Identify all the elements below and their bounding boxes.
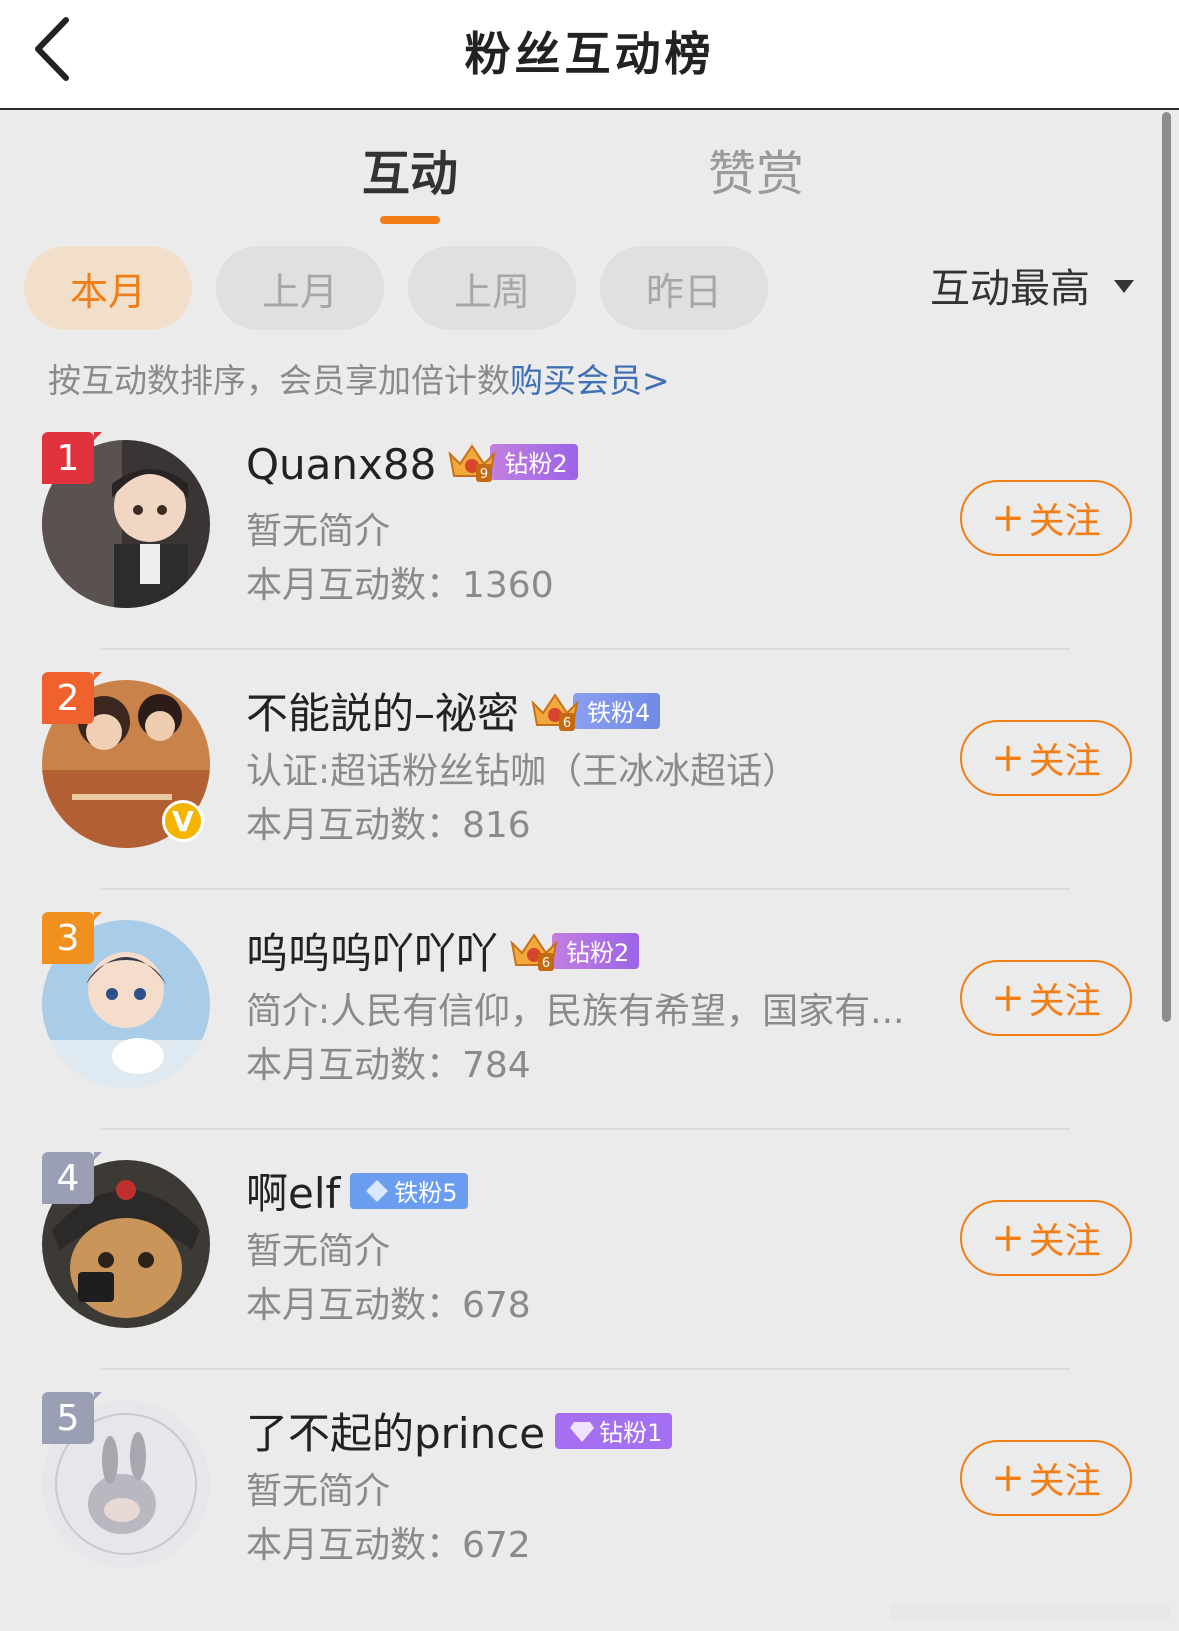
fan-name[interactable]: 呜呜呜吖吖吖 6 钻粉2 [246, 920, 640, 981]
fan-level-badge[interactable]: 6 钻粉2 [508, 931, 640, 971]
list-item[interactable]: 1 Quanx88 9 钻粉2 暂无简介 本月互动数：1360 + 关注 [0, 410, 1160, 650]
badge-label: 钻粉2 [490, 443, 578, 480]
rank-badge: 5 [42, 1392, 102, 1444]
badge-label: 钻粉2 [552, 932, 640, 969]
top-nav-bar: 粉丝互动榜 [0, 0, 1179, 110]
fan-bio: 认证:超话粉丝钻咖（王冰冰超话） [246, 751, 799, 792]
diamond-icon [570, 1421, 595, 1442]
list-item[interactable]: 4 啊elf 铁粉5 暂无简介 本月互动数：678 + 关注 [0, 1130, 1160, 1370]
follow-button[interactable]: + 关注 [960, 960, 1132, 1036]
badge-label: 铁粉4 [573, 692, 661, 729]
crown-icon: 9 [448, 443, 496, 482]
plus-icon: + [991, 1215, 1025, 1261]
crown-icon: 6 [531, 692, 579, 731]
plus-icon: + [991, 1455, 1025, 1501]
fan-level-badge[interactable]: 9 钻粉2 [446, 442, 578, 482]
follow-button[interactable]: + 关注 [960, 1200, 1132, 1276]
fan-bio: 简介:人民有信仰，民族有希望，国家有... [246, 991, 905, 1032]
buy-membership-link[interactable]: 购买会员> [510, 361, 670, 400]
fan-name[interactable]: 不能説的–祕密 6 铁粉4 [246, 680, 661, 741]
hint-text: 按互动数排序，会员享加倍计数 [48, 361, 510, 400]
active-tab-indicator [380, 216, 440, 224]
fan-name[interactable]: Quanx88 9 钻粉2 [246, 440, 578, 489]
plus-icon: + [991, 495, 1025, 541]
list-item[interactable]: 3 呜呜呜吖吖吖 6 钻粉2 简介:人民有信仰，民族有希望，国家有... 本月互动数… [0, 890, 1160, 1130]
follow-label: 关注 [1028, 1221, 1101, 1262]
follow-button[interactable]: + 关注 [960, 1440, 1132, 1516]
fan-name-text: 呜呜呜吖吖吖 [246, 929, 499, 978]
follow-label: 关注 [1028, 741, 1101, 782]
badge-label: 钻粉1 [555, 1412, 673, 1449]
plus-icon: + [991, 975, 1025, 1021]
badge-text: 铁粉5 [394, 1179, 458, 1207]
fan-bio: 暂无简介 [246, 511, 391, 552]
period-last-week[interactable]: 上周 [408, 246, 576, 330]
interaction-count: 本月互动数：678 [246, 1285, 531, 1326]
fan-level-badge[interactable]: 6 铁粉4 [529, 691, 661, 731]
plus-icon: + [991, 735, 1025, 781]
fan-name-text: 啊elf [246, 1169, 341, 1218]
interaction-count: 本月互动数：816 [246, 805, 531, 846]
follow-label: 关注 [1028, 501, 1101, 542]
follow-label: 关注 [1028, 981, 1101, 1022]
fan-name-text: 了不起的prince [246, 1409, 546, 1458]
svg-text:6: 6 [563, 716, 571, 731]
fan-name-text: 不能説的–祕密 [246, 689, 520, 738]
period-this-month[interactable]: 本月 [24, 246, 192, 330]
sort-dropdown[interactable]: 互动最高 [930, 256, 1090, 314]
fan-bio: 暂无简介 [246, 1471, 391, 1512]
tab-interaction[interactable]: 互动 [310, 134, 510, 204]
follow-button[interactable]: + 关注 [960, 720, 1132, 796]
svg-text:6: 6 [542, 956, 550, 971]
list-item[interactable]: 5 了不起的prince 钻粉1 暂无简介 本月互动数：672 + 关注 [0, 1370, 1160, 1610]
interaction-count: 本月互动数：672 [246, 1525, 531, 1566]
scrollbar[interactable] [1162, 112, 1171, 1022]
badge-label: 铁粉5 [350, 1172, 468, 1209]
rank-badge: 3 [42, 912, 102, 964]
dropdown-triangle-icon[interactable] [1114, 280, 1134, 293]
rank-badge: 1 [42, 432, 102, 484]
fan-bio: 暂无简介 [246, 1231, 391, 1272]
diamond-icon [366, 1179, 389, 1202]
tab-reward[interactable]: 赞赏 [656, 134, 856, 204]
watermark-icon [890, 1602, 1170, 1622]
page-title: 粉丝互动榜 [464, 27, 715, 81]
period-yesterday[interactable]: 昨日 [600, 246, 768, 330]
fan-level-badge[interactable]: 铁粉5 [350, 1171, 468, 1211]
follow-label: 关注 [1028, 1461, 1101, 1502]
rank-badge: 2 [42, 672, 102, 724]
verified-badge-icon: V [162, 800, 204, 842]
interaction-count: 本月互动数：1360 [246, 565, 554, 606]
fan-name[interactable]: 了不起的prince 钻粉1 [246, 1400, 673, 1461]
svg-text:9: 9 [480, 467, 488, 482]
period-last-month[interactable]: 上月 [216, 246, 384, 330]
fan-level-badge[interactable]: 钻粉1 [555, 1411, 673, 1451]
rank-badge: 4 [42, 1152, 102, 1204]
fan-name-text: Quanx88 [246, 440, 437, 489]
ranking-content: 互动 赞赏 本月 上月 上周 昨日 互动最高 按互动数排序，会员享加倍计数购买会… [0, 110, 1160, 1631]
ranking-hint: 按互动数排序，会员享加倍计数购买会员> [48, 354, 670, 402]
interaction-count: 本月互动数：784 [246, 1045, 531, 1086]
follow-button[interactable]: + 关注 [960, 480, 1132, 556]
crown-icon: 6 [510, 932, 558, 971]
fan-name[interactable]: 啊elf 铁粉5 [246, 1160, 468, 1221]
list-item[interactable]: 2 V 不能説的–祕密 6 铁粉4 认证:超话粉丝钻咖（王冰冰超话） 本月互动数：8… [0, 650, 1160, 890]
badge-text: 钻粉1 [599, 1419, 663, 1447]
